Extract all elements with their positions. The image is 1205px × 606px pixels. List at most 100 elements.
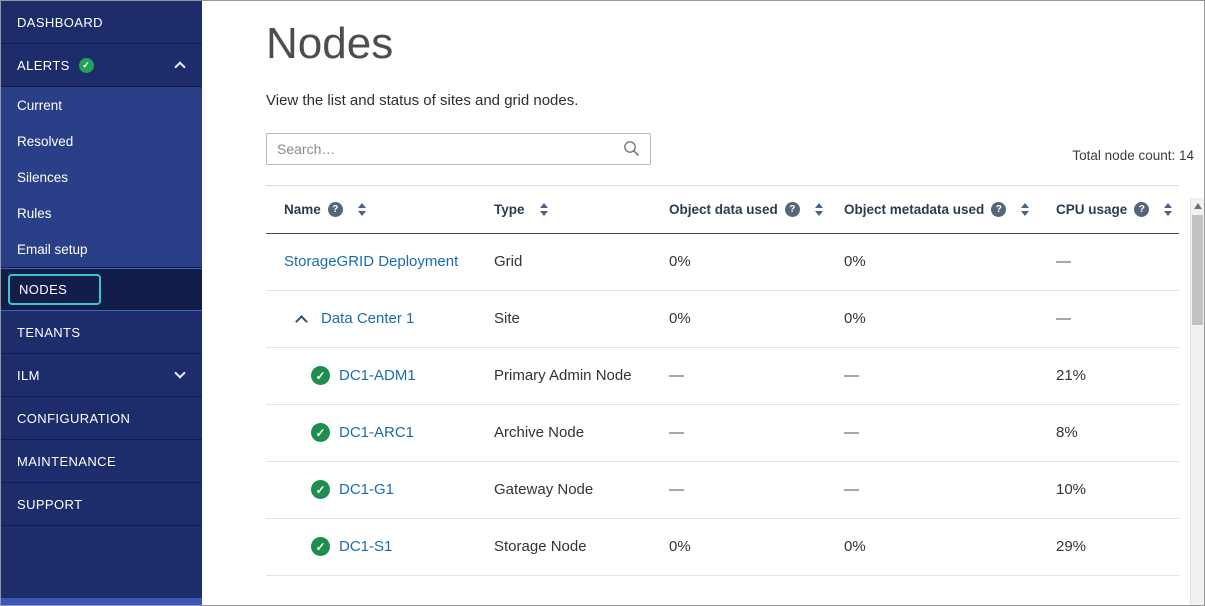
app-window: DASHBOARD ALERTS Current Resolved Silenc… bbox=[0, 0, 1205, 606]
sidebar-item-label: MAINTENANCE bbox=[17, 454, 116, 469]
collapse-chevron-icon[interactable] bbox=[295, 315, 308, 328]
node-type: Grid bbox=[494, 253, 669, 270]
node-link[interactable]: StorageGRID Deployment bbox=[284, 253, 458, 270]
sidebar-item-label: NODES bbox=[19, 282, 67, 297]
object-metadata-used-value: — bbox=[844, 424, 1056, 441]
sidebar-item-alerts[interactable]: ALERTS bbox=[1, 44, 202, 87]
submenu-item-label: Rules bbox=[17, 206, 52, 221]
sidebar-item-nodes[interactable]: NODES bbox=[1, 268, 202, 311]
sidebar-item-resolved[interactable]: Resolved bbox=[1, 123, 202, 159]
scrollbar-thumb[interactable] bbox=[1192, 215, 1203, 325]
column-header-object-data-used[interactable]: Object data used bbox=[669, 202, 778, 217]
object-metadata-used-value: — bbox=[844, 481, 1056, 498]
object-metadata-used-value: 0% bbox=[844, 310, 1056, 327]
cpu-usage-value: — bbox=[1056, 253, 1179, 270]
node-link[interactable]: DC1-G1 bbox=[339, 481, 394, 498]
page-subtitle: View the list and status of sites and gr… bbox=[266, 92, 1204, 109]
status-check-icon bbox=[311, 366, 330, 385]
sidebar-item-email-setup[interactable]: Email setup bbox=[1, 231, 202, 267]
status-check-icon bbox=[311, 480, 330, 499]
object-metadata-used-value: 0% bbox=[844, 538, 1056, 555]
nodes-table: Name Type Object data used Object bbox=[266, 185, 1179, 576]
object-data-used-value: 0% bbox=[669, 538, 844, 555]
sidebar-item-support[interactable]: SUPPORT bbox=[1, 483, 202, 526]
selected-item-outline: NODES bbox=[8, 274, 101, 305]
object-data-used-value: 0% bbox=[669, 310, 844, 327]
sidebar-item-label: DASHBOARD bbox=[17, 15, 103, 30]
cpu-usage-value: 21% bbox=[1056, 367, 1179, 384]
help-icon[interactable] bbox=[785, 202, 800, 217]
node-type: Primary Admin Node bbox=[494, 367, 669, 384]
page-title: Nodes bbox=[266, 19, 1204, 70]
sort-icon[interactable] bbox=[540, 203, 548, 216]
node-link[interactable]: DC1-ARC1 bbox=[339, 424, 414, 441]
sidebar-item-dashboard[interactable]: DASHBOARD bbox=[1, 1, 202, 44]
sort-icon[interactable] bbox=[358, 203, 366, 216]
help-icon[interactable] bbox=[1134, 202, 1149, 217]
chevron-up-icon bbox=[174, 61, 185, 72]
object-metadata-used-value: — bbox=[844, 367, 1056, 384]
help-icon[interactable] bbox=[991, 202, 1006, 217]
search-input[interactable] bbox=[267, 134, 612, 164]
sidebar-item-label: TENANTS bbox=[17, 325, 80, 340]
node-type: Gateway Node bbox=[494, 481, 669, 498]
table-row: DC1-G1 Gateway Node — — 10% bbox=[266, 462, 1179, 519]
sidebar-bottom-strip bbox=[1, 598, 202, 605]
sidebar-item-current[interactable]: Current bbox=[1, 87, 202, 123]
table-row: DC1-ARC1 Archive Node — — 8% bbox=[266, 405, 1179, 462]
node-type: Storage Node bbox=[494, 538, 669, 555]
table-row: DC1-ADM1 Primary Admin Node — — 21% bbox=[266, 348, 1179, 405]
table-row: DC1-S1 Storage Node 0% 0% 29% bbox=[266, 519, 1179, 576]
scrollbar-up-arrow[interactable] bbox=[1191, 198, 1204, 214]
column-header-name[interactable]: Name bbox=[284, 202, 321, 217]
object-data-used-value: 0% bbox=[669, 253, 844, 270]
object-metadata-used-value: 0% bbox=[844, 253, 1056, 270]
sidebar: DASHBOARD ALERTS Current Resolved Silenc… bbox=[1, 1, 202, 605]
help-icon[interactable] bbox=[328, 202, 343, 217]
cpu-usage-value: — bbox=[1056, 310, 1179, 327]
scrollbar[interactable] bbox=[1190, 198, 1204, 605]
table-row: StorageGRID Deployment Grid 0% 0% — bbox=[266, 234, 1179, 291]
sidebar-item-maintenance[interactable]: MAINTENANCE bbox=[1, 440, 202, 483]
object-data-used-value: — bbox=[669, 481, 844, 498]
column-header-object-metadata-used[interactable]: Object metadata used bbox=[844, 202, 984, 217]
submenu-item-label: Silences bbox=[17, 170, 68, 185]
search-icon[interactable] bbox=[612, 134, 650, 164]
submenu-item-label: Resolved bbox=[17, 134, 73, 149]
sidebar-item-label: ILM bbox=[17, 368, 40, 383]
toolbar: Total node count: 14 bbox=[266, 133, 1204, 165]
node-type: Archive Node bbox=[494, 424, 669, 441]
sidebar-item-tenants[interactable]: TENANTS bbox=[1, 311, 202, 354]
status-check-icon bbox=[311, 537, 330, 556]
alerts-submenu: Current Resolved Silences Rules Email se… bbox=[1, 87, 202, 268]
cpu-usage-value: 29% bbox=[1056, 538, 1179, 555]
sidebar-item-label: ALERTS bbox=[17, 58, 70, 73]
sort-icon[interactable] bbox=[1021, 203, 1029, 216]
object-data-used-value: — bbox=[669, 424, 844, 441]
cpu-usage-value: 10% bbox=[1056, 481, 1179, 498]
main-panel: Nodes View the list and status of sites … bbox=[202, 1, 1204, 605]
node-link[interactable]: Data Center 1 bbox=[321, 310, 414, 327]
object-data-used-value: — bbox=[669, 367, 844, 384]
chevron-down-icon bbox=[174, 367, 185, 378]
node-link[interactable]: DC1-S1 bbox=[339, 538, 392, 555]
column-header-type[interactable]: Type bbox=[494, 202, 525, 217]
table-header-row: Name Type Object data used Object bbox=[266, 186, 1179, 234]
sidebar-item-silences[interactable]: Silences bbox=[1, 159, 202, 195]
sort-icon[interactable] bbox=[815, 203, 823, 216]
submenu-item-label: Email setup bbox=[17, 242, 88, 257]
table-row: Data Center 1 Site 0% 0% — bbox=[266, 291, 1179, 348]
sidebar-item-ilm[interactable]: ILM bbox=[1, 354, 202, 397]
search-box bbox=[266, 133, 651, 165]
sidebar-item-label: SUPPORT bbox=[17, 497, 82, 512]
sidebar-item-configuration[interactable]: CONFIGURATION bbox=[1, 397, 202, 440]
column-header-cpu-usage[interactable]: CPU usage bbox=[1056, 202, 1127, 217]
node-type: Site bbox=[494, 310, 669, 327]
total-node-count: Total node count: 14 bbox=[1072, 148, 1194, 165]
sidebar-item-rules[interactable]: Rules bbox=[1, 195, 202, 231]
submenu-item-label: Current bbox=[17, 98, 62, 113]
alerts-status-check-icon bbox=[79, 58, 94, 73]
sort-icon[interactable] bbox=[1164, 203, 1172, 216]
status-check-icon bbox=[311, 423, 330, 442]
node-link[interactable]: DC1-ADM1 bbox=[339, 367, 416, 384]
